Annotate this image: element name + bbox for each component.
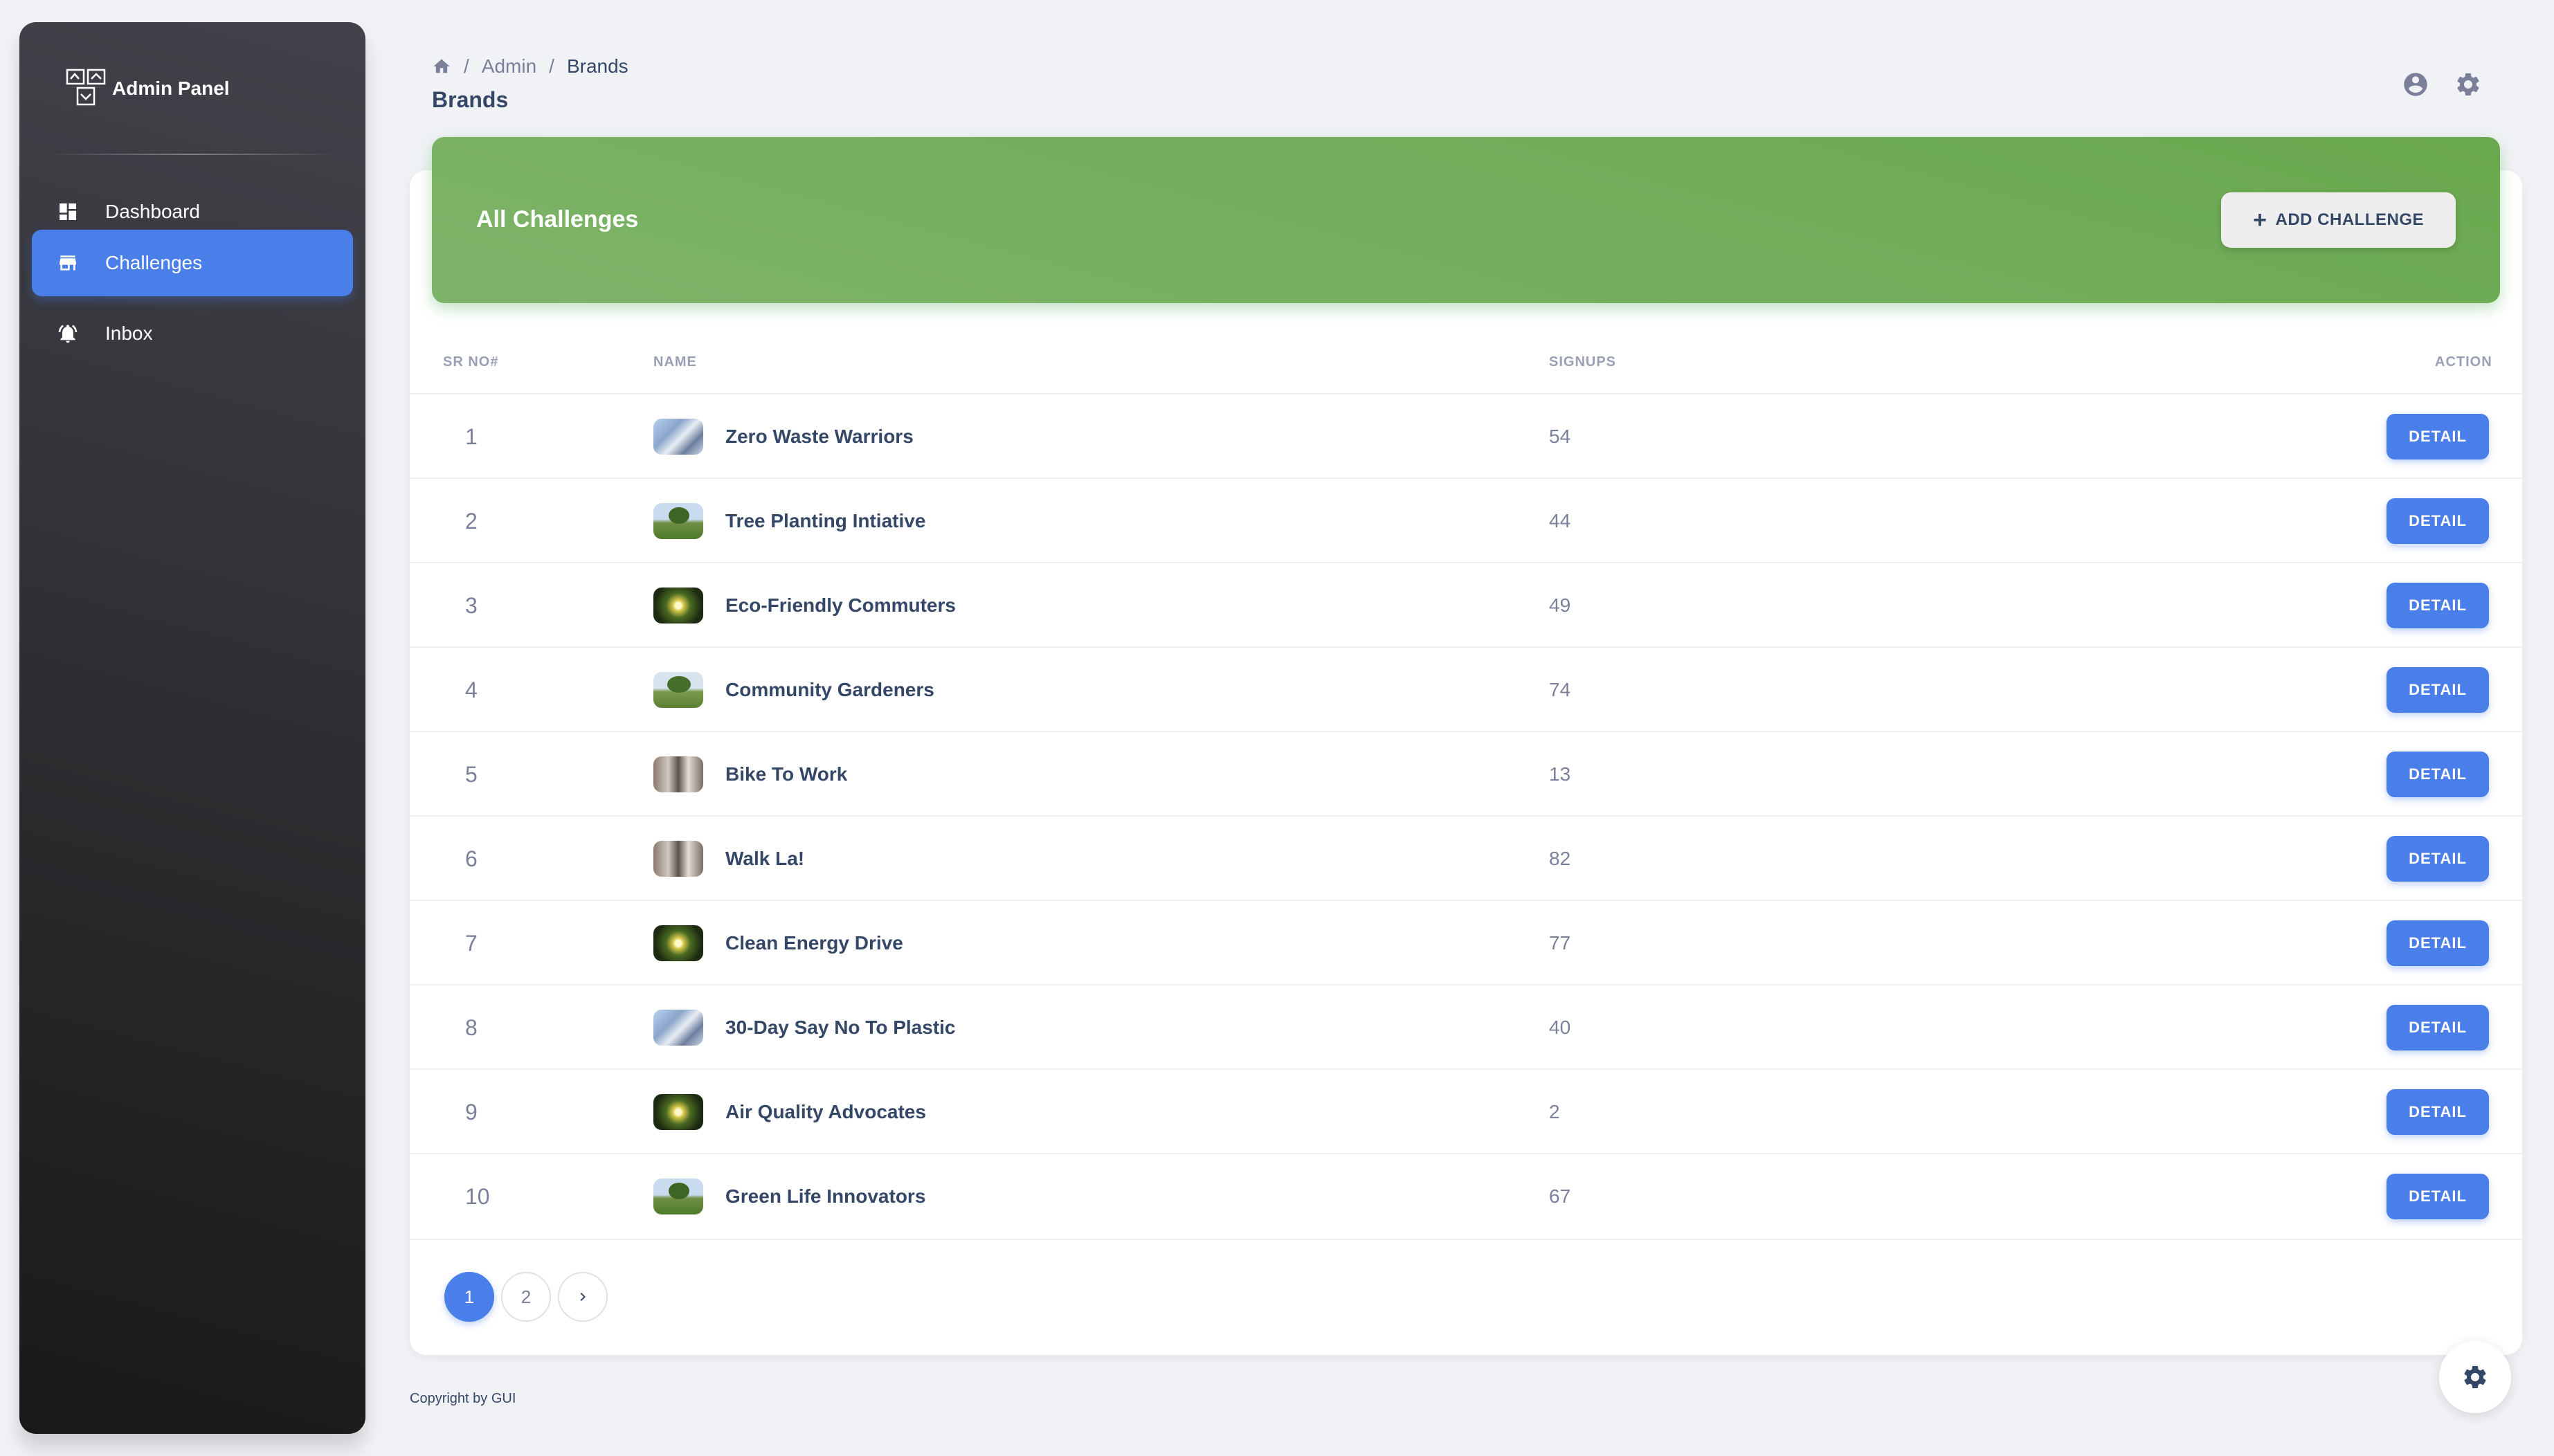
home-icon[interactable]: [432, 57, 451, 76]
challenge-thumbnail: [653, 1010, 703, 1046]
page-button-2[interactable]: 2: [501, 1272, 551, 1322]
signup-count: 54: [1549, 426, 1571, 447]
breadcrumb-brands: Brands: [566, 55, 628, 77]
table-row: 4 Community Gardeners 74 DETAIL: [410, 646, 2522, 732]
table-row: 2 Tree Planting Intiative 44 DETAIL: [410, 477, 2522, 563]
column-header-sr-no: SR NO#: [443, 354, 499, 370]
challenge-name: Green Life Innovators: [725, 1185, 926, 1207]
detail-button[interactable]: DETAIL: [2387, 583, 2489, 628]
breadcrumb-admin[interactable]: Admin: [482, 55, 536, 78]
challenge-thumbnail: [653, 672, 703, 708]
challenge-name: Clean Energy Drive: [725, 932, 903, 954]
challenge-thumbnail: [653, 1179, 703, 1214]
detail-button[interactable]: DETAIL: [2387, 1089, 2489, 1135]
row-number: 9: [465, 1099, 478, 1125]
detail-button[interactable]: DETAIL: [2387, 752, 2489, 797]
challenge-thumbnail: [653, 1094, 703, 1130]
challenge-thumbnail: [653, 503, 703, 539]
sidebar-item-label: Dashboard: [105, 201, 200, 222]
sidebar: Admin Panel Dashboard Challenges Inbox: [19, 22, 365, 1434]
row-number: 8: [465, 1014, 478, 1040]
signup-count: 2: [1549, 1101, 1560, 1122]
brand[interactable]: Admin Panel: [65, 54, 230, 123]
card-header: All Challenges + ADD CHALLENGE: [432, 137, 2500, 303]
challenge-name: Community Gardeners: [725, 679, 934, 700]
signup-count: 40: [1549, 1017, 1571, 1038]
next-page-button[interactable]: [558, 1272, 608, 1322]
table-row: 1 Zero Waste Warriors 54 DETAIL: [410, 393, 2522, 479]
signup-count: 74: [1549, 679, 1571, 700]
sidebar-item-inbox[interactable]: Inbox: [32, 300, 353, 367]
challenge-name: Walk La!: [725, 848, 805, 869]
signup-count: 82: [1549, 848, 1571, 869]
challenge-thumbnail: [653, 756, 703, 792]
store-icon: [55, 251, 80, 275]
detail-button[interactable]: DETAIL: [2387, 1005, 2489, 1050]
challenge-thumbnail: [653, 588, 703, 624]
add-challenge-button[interactable]: + ADD CHALLENGE: [2221, 192, 2456, 248]
page-title: Brands: [432, 87, 509, 112]
row-number: 1: [465, 424, 478, 449]
table-row: 5 Bike To Work 13 DETAIL: [410, 731, 2522, 817]
challenge-name: Eco-Friendly Commuters: [725, 594, 956, 616]
signup-count: 44: [1549, 510, 1571, 531]
signup-count: 13: [1549, 763, 1571, 785]
signup-count: 77: [1549, 932, 1571, 954]
table-row: 6 Walk La! 82 DETAIL: [410, 815, 2522, 901]
breadcrumb: / Admin / Brands: [432, 55, 628, 78]
page-button-1[interactable]: 1: [444, 1272, 494, 1322]
row-number: 5: [465, 761, 478, 787]
table-row: 7 Clean Energy Drive 77 DETAIL: [410, 900, 2522, 985]
configurator-button[interactable]: [2439, 1341, 2511, 1413]
account-icon[interactable]: [2402, 71, 2429, 98]
table-row: 10 Green Life Innovators 67 DETAIL: [410, 1153, 2522, 1240]
sidebar-divider: [47, 154, 338, 155]
logo-icon: [66, 69, 106, 106]
detail-button[interactable]: DETAIL: [2387, 667, 2489, 713]
detail-button[interactable]: DETAIL: [2387, 920, 2489, 966]
dashboard-icon: [55, 199, 80, 224]
row-number: 4: [465, 677, 478, 702]
challenge-name: Air Quality Advocates: [725, 1101, 926, 1122]
row-number: 10: [465, 1183, 490, 1209]
add-challenge-label: ADD CHALLENGE: [2275, 210, 2424, 229]
column-header-signups: SIGNUPS: [1549, 354, 1617, 370]
challenge-name: Tree Planting Intiative: [725, 510, 926, 531]
challenge-thumbnail: [653, 925, 703, 961]
plus-icon: +: [2253, 206, 2267, 233]
table-row: 8 30-Day Say No To Plastic 40 DETAIL: [410, 984, 2522, 1070]
challenge-thumbnail: [653, 841, 703, 877]
column-header-name: NAME: [653, 354, 697, 370]
settings-icon[interactable]: [2454, 71, 2482, 98]
chevron-right-icon: [580, 1293, 586, 1301]
sidebar-item-label: Inbox: [105, 322, 153, 344]
detail-button[interactable]: DETAIL: [2387, 1174, 2489, 1219]
footer-copyright: Copyright by GUI: [410, 1391, 516, 1406]
detail-button[interactable]: DETAIL: [2387, 414, 2489, 459]
row-number: 2: [465, 508, 478, 534]
top-icons: [2402, 71, 2482, 98]
sidebar-item-challenges[interactable]: Challenges: [32, 230, 353, 296]
signup-count: 67: [1549, 1185, 1571, 1207]
table-row: 9 Air Quality Advocates 2 DETAIL: [410, 1068, 2522, 1154]
challenge-name: Zero Waste Warriors: [725, 426, 914, 447]
challenge-name: 30-Day Say No To Plastic: [725, 1017, 956, 1038]
row-number: 7: [465, 930, 478, 956]
detail-button[interactable]: DETAIL: [2387, 498, 2489, 544]
brand-name: Admin Panel: [112, 78, 230, 99]
table-row: 3 Eco-Friendly Commuters 49 DETAIL: [410, 562, 2522, 648]
pagination: 1 2: [444, 1272, 608, 1322]
signup-count: 49: [1549, 594, 1571, 616]
row-number: 3: [465, 592, 478, 618]
sidebar-item-label: Challenges: [105, 252, 203, 273]
bell-icon: [55, 321, 80, 346]
settings-icon: [2464, 1366, 2486, 1388]
challenge-thumbnail: [653, 419, 703, 455]
challenge-name: Bike To Work: [725, 763, 848, 785]
card-title: All Challenges: [476, 206, 639, 233]
column-header-action: ACTION: [2435, 354, 2492, 370]
detail-button[interactable]: DETAIL: [2387, 836, 2489, 882]
row-number: 6: [465, 846, 478, 871]
